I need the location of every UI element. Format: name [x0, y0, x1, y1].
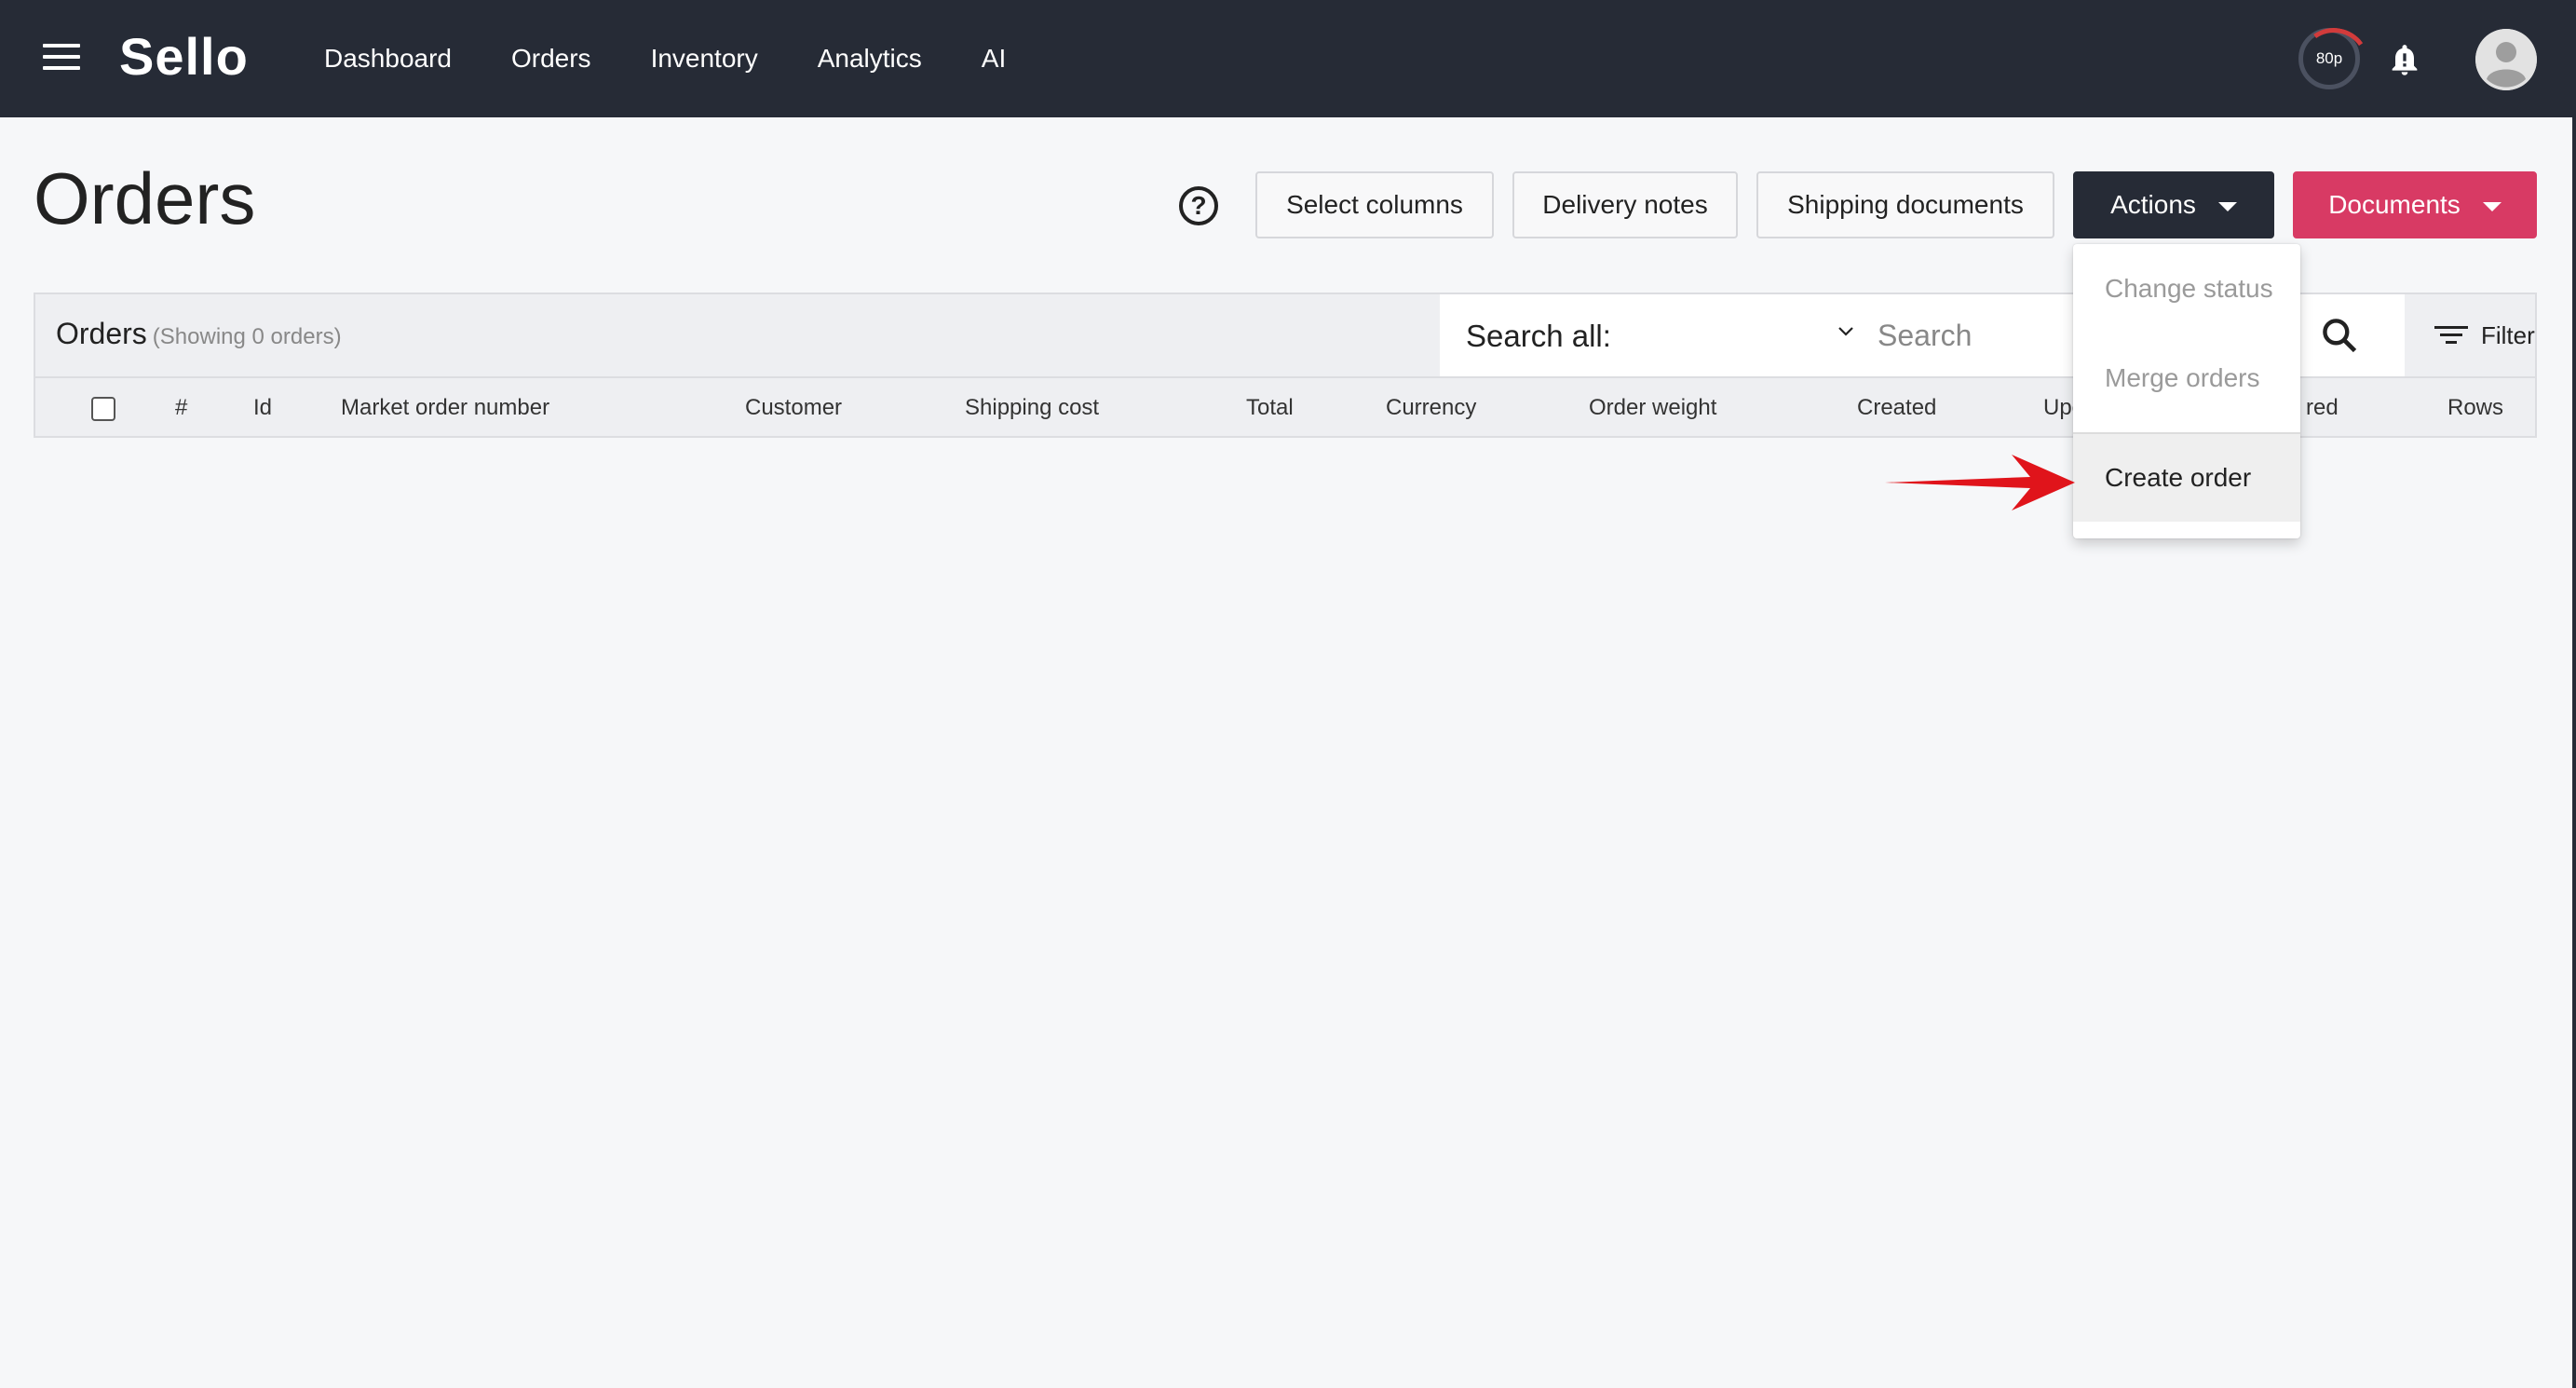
nav-inventory[interactable]: Inventory: [651, 44, 758, 74]
main-nav: Dashboard Orders Inventory Analytics AI: [324, 0, 1065, 117]
menu-item-create-order[interactable]: Create order: [2073, 432, 2300, 522]
filter-icon: [2434, 326, 2468, 344]
help-icon[interactable]: ?: [1179, 186, 1218, 225]
user-silhouette-icon: [2475, 29, 2537, 90]
column-header-order-weight[interactable]: Order weight: [1589, 395, 1716, 421]
column-header-created[interactable]: Created: [1857, 395, 1936, 421]
column-header-id[interactable]: Id: [253, 395, 272, 421]
panel-title: Orders (Showing 0 orders): [56, 317, 342, 351]
filter-label: Filter: [2481, 320, 2535, 349]
actions-label: Actions: [2110, 190, 2196, 219]
search-icon[interactable]: [2319, 315, 2360, 356]
actions-button[interactable]: Actions: [2073, 171, 2274, 238]
orders-count: (Showing 0 orders): [152, 324, 342, 349]
filter-button[interactable]: Filter: [2405, 294, 2539, 376]
menu-item-change-status: Change status: [2105, 274, 2273, 303]
user-avatar[interactable]: [2475, 29, 2537, 90]
app-logo[interactable]: Sello: [119, 26, 249, 87]
nav-analytics[interactable]: Analytics: [818, 44, 922, 74]
chevron-down-icon[interactable]: [1837, 322, 1855, 341]
page-title: Orders: [34, 157, 256, 239]
nav-dashboard[interactable]: Dashboard: [324, 44, 452, 74]
select-columns-button[interactable]: Select columns: [1255, 171, 1494, 238]
column-header-partial[interactable]: red: [2306, 395, 2339, 421]
column-header-market-order-number[interactable]: Market order number: [341, 395, 549, 421]
window-edge: [2572, 0, 2576, 1388]
nav-ai[interactable]: AI: [982, 44, 1006, 74]
nav-orders[interactable]: Orders: [511, 44, 591, 74]
column-header-shipping-cost[interactable]: Shipping cost: [965, 395, 1099, 421]
column-header-rows[interactable]: Rows: [2447, 395, 2503, 421]
delivery-notes-button[interactable]: Delivery notes: [1512, 171, 1738, 238]
actions-dropdown-menu: Change status Merge orders Create order: [2073, 244, 2300, 538]
column-header-number[interactable]: #: [175, 395, 187, 421]
notification-bell-icon[interactable]: [2386, 39, 2423, 80]
speed-label: 80p: [2315, 49, 2343, 67]
caret-down-icon: [2482, 202, 2501, 211]
top-navbar: Sello Dashboard Orders Inventory Analyti…: [0, 0, 2576, 117]
column-header-total[interactable]: Total: [1246, 395, 1294, 421]
annotation-arrow-icon: [1885, 455, 2075, 510]
documents-button[interactable]: Documents: [2293, 171, 2537, 238]
hamburger-menu-icon[interactable]: [43, 44, 80, 74]
documents-label: Documents: [2328, 190, 2461, 219]
search-scope-select[interactable]: Search all:: [1466, 319, 1611, 354]
speed-gauge-icon[interactable]: 80p: [2298, 28, 2360, 89]
shipping-documents-button[interactable]: Shipping documents: [1756, 171, 2054, 238]
column-header-currency[interactable]: Currency: [1386, 395, 1476, 421]
column-header-customer[interactable]: Customer: [745, 395, 842, 421]
caret-down-icon: [2217, 202, 2237, 211]
search-input[interactable]: Search: [1878, 319, 1972, 353]
menu-item-merge-orders: Merge orders: [2105, 363, 2260, 392]
select-all-checkbox[interactable]: [91, 397, 115, 421]
panel-title-text: Orders: [56, 317, 147, 350]
